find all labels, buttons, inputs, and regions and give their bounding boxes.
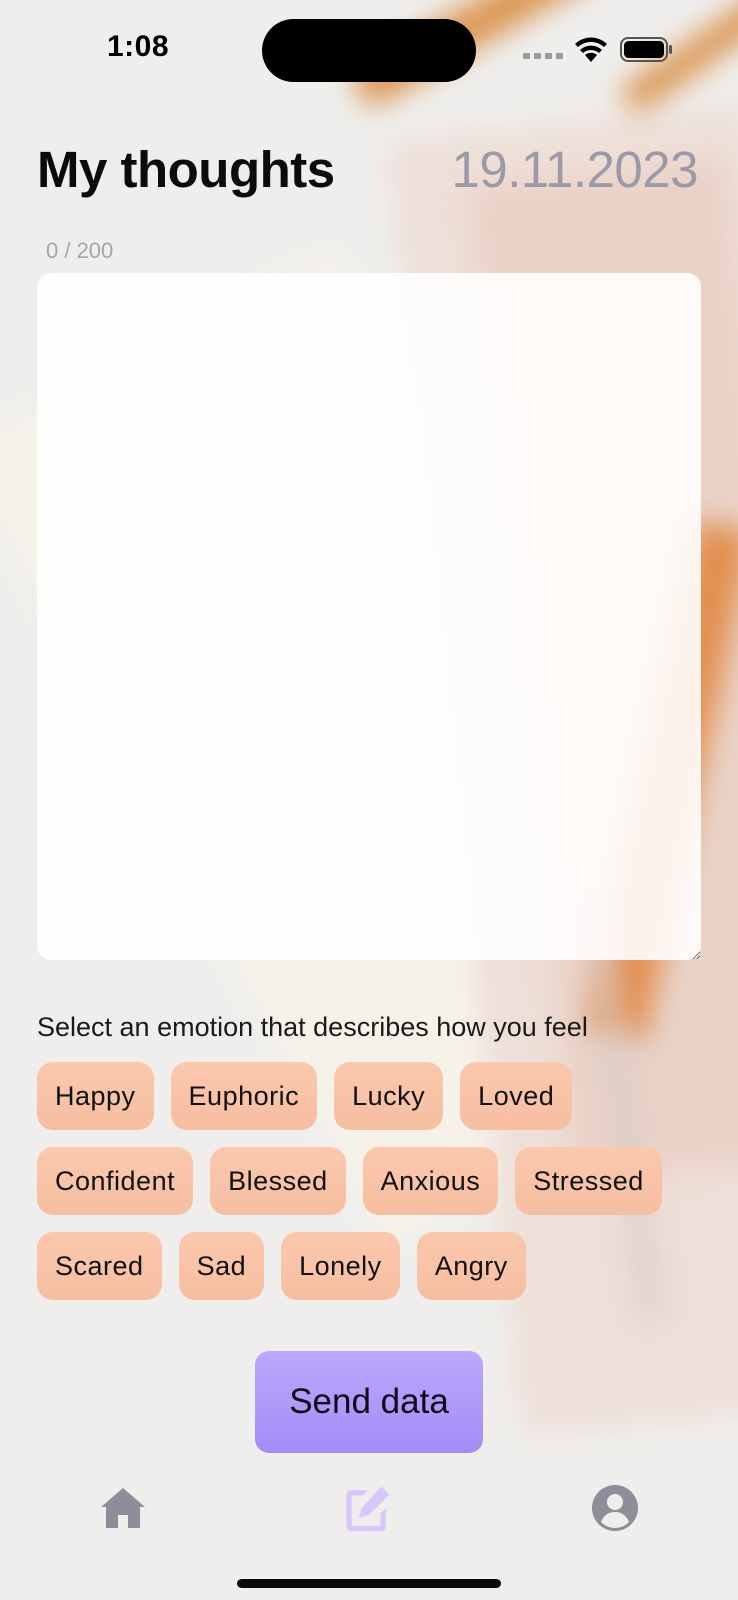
character-counter: 0 / 200 [46, 238, 114, 263]
emotion-chip-loved[interactable]: Loved [460, 1062, 573, 1130]
home-icon [101, 1488, 145, 1528]
wifi-icon [575, 37, 607, 62]
emotion-chip-anxious[interactable]: Anxious [362, 1147, 499, 1215]
nav-profile[interactable] [589, 1482, 641, 1534]
emotion-chip-euphoric[interactable]: Euphoric [170, 1062, 318, 1130]
emotion-chip-lucky[interactable]: Lucky [334, 1062, 444, 1130]
send-data-button[interactable]: Send data [255, 1351, 483, 1453]
emotion-chip-confident[interactable]: Confident [37, 1147, 194, 1215]
emotion-chip-lonely[interactable]: Lonely [281, 1232, 400, 1300]
emotion-row: Happy Euphoric Lucky Loved [37, 1062, 573, 1130]
status-time: 1:08 [107, 30, 170, 63]
emotion-chip-blessed[interactable]: Blessed [210, 1147, 346, 1215]
nav-home[interactable] [97, 1482, 149, 1534]
battery-icon [620, 37, 672, 62]
edit-icon [346, 1486, 390, 1532]
emotion-prompt: Select an emotion that describes how you… [37, 1012, 588, 1042]
dynamic-island [262, 19, 476, 82]
emotion-chip-happy[interactable]: Happy [37, 1062, 154, 1130]
emotion-chip-stressed[interactable]: Stressed [515, 1147, 662, 1215]
signal-icon [523, 53, 563, 59]
emotion-chip-angry[interactable]: Angry [416, 1232, 526, 1300]
home-indicator[interactable] [237, 1579, 501, 1588]
profile-icon [592, 1485, 638, 1531]
emotion-chip-scared[interactable]: Scared [37, 1232, 162, 1300]
entry-date: 19.11.2023 [451, 141, 699, 198]
page-title: My thoughts [37, 141, 335, 198]
emotion-row: Scared Sad Lonely Angry [37, 1232, 526, 1300]
thoughts-text-area[interactable] [37, 273, 701, 960]
emotion-chip-sad[interactable]: Sad [178, 1232, 265, 1300]
nav-write[interactable] [341, 1482, 393, 1534]
emotion-row: Confident Blessed Anxious Stressed [37, 1147, 662, 1215]
